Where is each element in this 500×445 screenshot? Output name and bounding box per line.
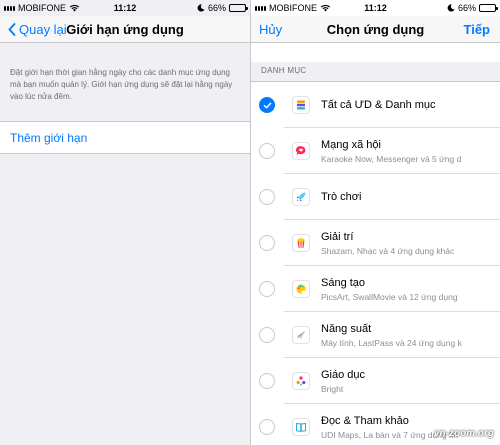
book-icon bbox=[292, 418, 310, 436]
category-subtitle: Karaoke Now, Messenger và 5 ứng d bbox=[321, 153, 462, 164]
carrier-label: MOBIFONE bbox=[269, 3, 318, 13]
signal-icon bbox=[4, 5, 15, 11]
battery-icon bbox=[479, 4, 498, 12]
app-limits-screen: MOBIFONE 11:12 66% Quay lại Giới hạn ứng… bbox=[0, 0, 250, 445]
category-row-games[interactable]: Trò chơi bbox=[251, 174, 500, 220]
description-text: Đặt giới hạn thời gian hằng ngày cho các… bbox=[10, 68, 233, 101]
radio-circle-icon[interactable] bbox=[259, 189, 275, 205]
battery-icon bbox=[229, 4, 248, 12]
category-subtitle: Máy tính, LastPass và 24 ứng dụng k bbox=[321, 337, 462, 348]
category-row-all[interactable]: Tất cả ƯD & Danh mục bbox=[251, 82, 500, 128]
category-row-creativity[interactable]: Sáng tạo PicsArt, SwallMovie và 12 ứng d… bbox=[251, 266, 500, 312]
status-bar: MOBIFONE 11:12 66% bbox=[0, 0, 250, 16]
carrier-label: MOBIFONE bbox=[18, 3, 67, 13]
battery-percent: 66% bbox=[457, 3, 476, 13]
wifi-icon bbox=[320, 4, 331, 12]
nav-bar: Quay lại Giới hạn ứng dụng bbox=[0, 16, 250, 43]
back-label: Quay lại bbox=[19, 21, 67, 37]
category-title: Đọc & Tham khảo bbox=[321, 414, 409, 427]
category-subtitle: Shazam, Nhạc và 4 ứng dụng khác bbox=[321, 245, 455, 256]
category-title: Giải trí bbox=[321, 230, 354, 243]
section-header: DANH MỤC bbox=[251, 62, 500, 82]
category-subtitle: Bright bbox=[321, 383, 344, 394]
next-button[interactable]: Tiếp bbox=[464, 22, 491, 37]
back-button[interactable]: Quay lại bbox=[8, 22, 67, 37]
battery-percent: 66% bbox=[207, 3, 226, 13]
category-title: Năng suất bbox=[321, 322, 372, 335]
add-limit-button[interactable]: Thêm giới hạn bbox=[0, 121, 250, 154]
status-bar: MOBIFONE 11:12 66% bbox=[251, 0, 500, 16]
category-title: Mạng xã hội bbox=[321, 138, 381, 151]
category-row-productivity[interactable]: Năng suất Máy tính, LastPass và 24 ứng d… bbox=[251, 312, 500, 358]
radio-circle-icon[interactable] bbox=[259, 373, 275, 389]
category-row-social[interactable]: Mạng xã hội Karaoke Now, Messenger và 5 … bbox=[251, 128, 500, 174]
radio-circle-icon[interactable] bbox=[259, 419, 275, 435]
radio-circle-icon[interactable] bbox=[259, 281, 275, 297]
chat-bubble-icon bbox=[292, 142, 310, 160]
rocket-icon bbox=[292, 188, 310, 206]
category-list: Tất cả ƯD & Danh mục Mạng xã hội Karaoke… bbox=[251, 82, 500, 445]
checkmark-icon[interactable] bbox=[259, 97, 275, 113]
radio-circle-icon[interactable] bbox=[259, 143, 275, 159]
signal-icon bbox=[255, 5, 266, 11]
paper-plane-icon bbox=[292, 326, 310, 344]
stack-icon bbox=[292, 96, 310, 114]
category-row-education[interactable]: Giáo dục Bright bbox=[251, 358, 500, 404]
category-title: Trò chơi bbox=[321, 191, 362, 203]
palette-icon bbox=[292, 280, 310, 298]
moon-icon bbox=[447, 4, 455, 12]
wifi-icon bbox=[69, 4, 80, 12]
popcorn-icon bbox=[292, 234, 310, 252]
watermark: vn-zoom.org bbox=[434, 428, 494, 439]
nav-bar: Hủy Chọn ứng dụng Tiếp bbox=[251, 16, 500, 43]
chevron-left-icon bbox=[8, 22, 16, 36]
radio-circle-icon[interactable] bbox=[259, 327, 275, 343]
choose-apps-screen: MOBIFONE 11:12 66% Hủy Chọn ứng dụng Tiế… bbox=[251, 0, 500, 445]
category-title: Tất cả ƯD & Danh mục bbox=[321, 99, 436, 111]
category-row-entertainment[interactable]: Giải trí Shazam, Nhạc và 4 ứng dụng khác bbox=[251, 220, 500, 266]
radio-circle-icon[interactable] bbox=[259, 235, 275, 251]
category-subtitle: PicsArt, SwallMovie và 12 ứng dụng bbox=[321, 291, 458, 302]
moon-icon bbox=[197, 4, 205, 12]
category-title: Sáng tạo bbox=[321, 276, 366, 289]
cancel-button[interactable]: Hủy bbox=[259, 22, 282, 37]
education-icon bbox=[292, 372, 310, 390]
category-title: Giáo dục bbox=[321, 368, 366, 381]
